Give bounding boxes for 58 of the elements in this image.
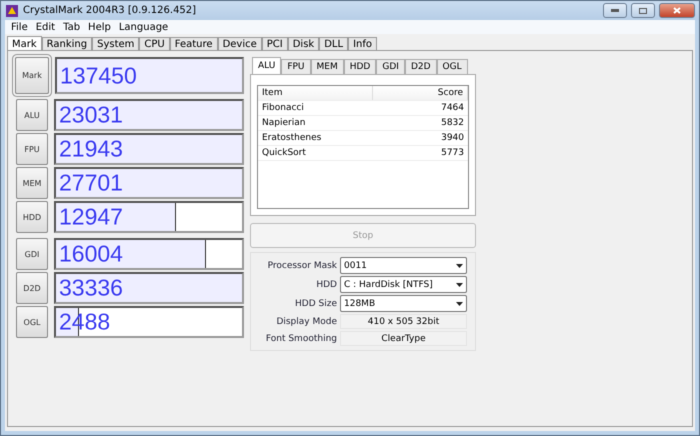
minimize-icon: [611, 9, 619, 12]
table-cell-text: 5832: [440, 117, 465, 130]
menu-item[interactable]: Edit: [32, 22, 60, 32]
benchmark-button[interactable]: HDD: [16, 201, 48, 233]
close-button[interactable]: [659, 3, 695, 18]
dropdown[interactable]: C : HardDisk [NTFS]: [340, 276, 467, 293]
setting-label: Display Mode: [275, 316, 337, 326]
dropdown[interactable]: 0011: [340, 257, 467, 274]
score-value: 27701: [59, 170, 123, 196]
menu-item[interactable]: Language: [114, 22, 172, 32]
close-icon: [673, 7, 681, 14]
score-value: 33336: [59, 274, 123, 302]
setting-label: Font Smoothing: [264, 334, 337, 344]
table-cell-text: Fibonacci: [261, 102, 305, 115]
table-cell-text: Napierian: [261, 117, 306, 130]
app-icon: [5, 4, 19, 18]
table-cell-text: 5773: [440, 147, 465, 160]
maximize-button[interactable]: [631, 3, 655, 18]
sub-tab[interactable]: ALU: [252, 57, 282, 74]
sub-tab[interactable]: OGL: [436, 59, 468, 74]
benchmark-button[interactable]: GDI: [16, 238, 48, 270]
table-cell-text: Eratosthenes: [261, 132, 322, 145]
dropdown-arrow-icon: [456, 302, 463, 306]
benchmark-button[interactable]: OGL: [16, 306, 48, 338]
sub-tab[interactable]: MEM: [310, 59, 344, 74]
table-cell-text: 7464: [440, 102, 465, 115]
dropdown[interactable]: 128MB: [340, 295, 467, 312]
readonly-field: ClearType: [340, 331, 467, 346]
score-value: 137450: [60, 62, 137, 89]
setting-label: HDD Size: [294, 298, 337, 308]
score-value: 16004: [59, 240, 123, 268]
readonly-field: 410 x 505 32bit: [340, 314, 467, 329]
benchmark-button[interactable]: MEM: [16, 167, 48, 199]
score-value: 23031: [59, 102, 123, 128]
score-value: 21943: [59, 136, 123, 162]
column-header[interactable]: Score: [373, 86, 468, 100]
benchmark-button[interactable]: D2D: [16, 272, 48, 304]
benchmark-button[interactable]: FPU: [16, 133, 48, 165]
dropdown-arrow-icon: [456, 282, 463, 286]
sub-tab[interactable]: D2D: [404, 59, 437, 74]
column-header[interactable]: Item: [258, 86, 373, 100]
dropdown-arrow-icon: [456, 264, 463, 268]
benchmark-button[interactable]: Mark: [15, 57, 49, 94]
table-cell-text: 3940: [440, 132, 465, 145]
table-cell-text: QuickSort: [261, 147, 307, 160]
score-value: 12947: [59, 204, 123, 230]
sub-tab[interactable]: GDI: [376, 59, 405, 74]
menu-item[interactable]: Help: [84, 22, 115, 32]
benchmark-button[interactable]: ALU: [16, 99, 48, 131]
menu-item[interactable]: File: [7, 22, 32, 32]
menu-item[interactable]: Tab: [59, 22, 84, 32]
setting-label: HDD: [315, 280, 337, 290]
sub-tab[interactable]: HDD: [344, 59, 376, 74]
window-title: CrystalMark 2004R3 [0.9.126.452]: [23, 5, 198, 16]
maximize-icon: [639, 8, 647, 14]
minimize-button[interactable]: [603, 3, 627, 18]
setting-label: Processor Mask: [266, 260, 337, 270]
sub-tab[interactable]: FPU: [281, 59, 311, 74]
